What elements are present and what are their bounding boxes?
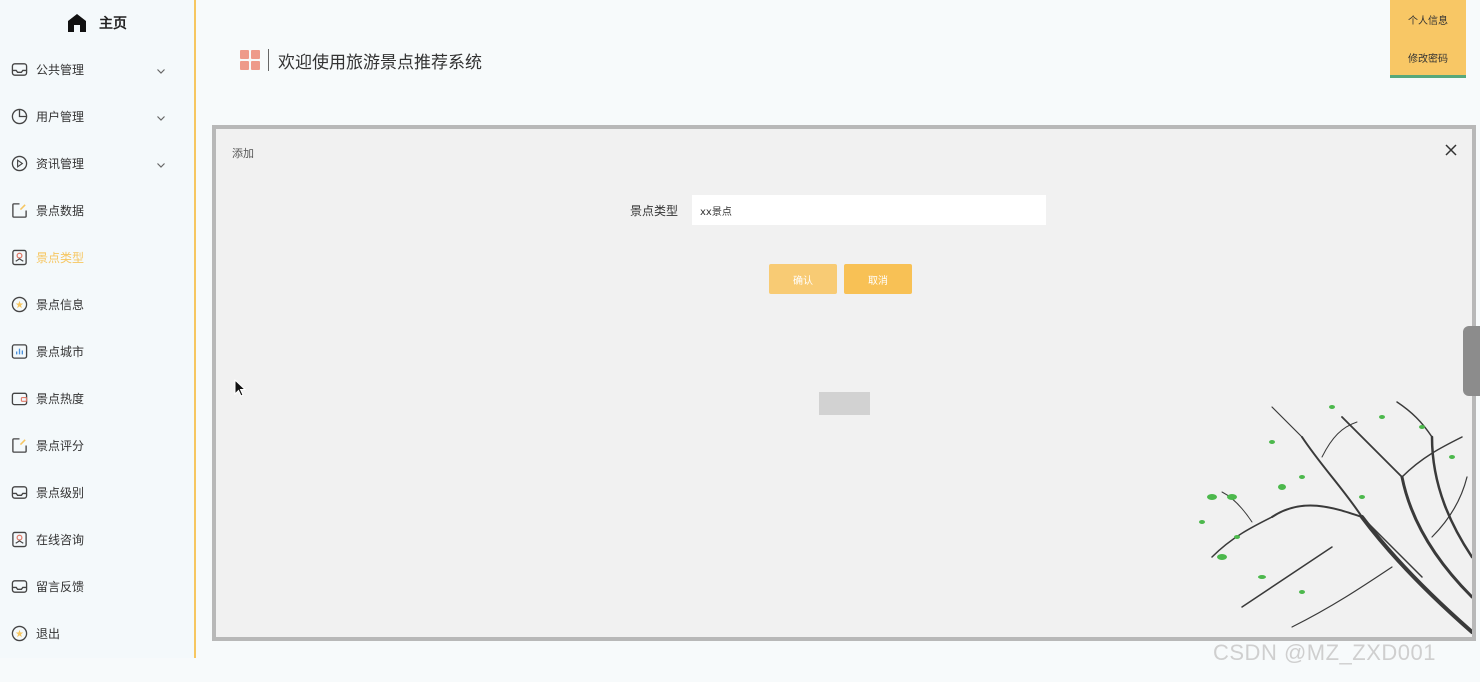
sidebar-item-label: 景点类型	[36, 251, 85, 265]
sidebar-item-label: 退出	[36, 627, 61, 641]
sidebar-item-label: 景点级别	[36, 486, 85, 500]
sidebar-item-label: 景点信息	[36, 298, 85, 312]
sidebar-menu: 公共管理用户管理资讯管理景点数据景点类型景点信息景点城市景点热度景点评分景点级别…	[0, 46, 194, 657]
tree-decoration	[1199, 401, 1472, 634]
sidebar-item-label: 用户管理	[36, 110, 85, 124]
side-scroll-handle[interactable]	[1463, 326, 1480, 396]
home-icon	[68, 14, 86, 32]
badge-icon	[10, 249, 28, 267]
sidebar-item-label: 景点城市	[36, 345, 85, 359]
chevron-down-icon	[156, 159, 166, 169]
mouse-cursor-icon	[234, 379, 246, 397]
sidebar-item[interactable]: 公共管理	[0, 46, 194, 93]
home-label: 主页	[99, 16, 127, 32]
sidebar-item[interactable]: 景点评分	[0, 422, 194, 469]
grid-icon	[240, 50, 260, 70]
badge-icon	[10, 531, 28, 549]
home-link[interactable]: 主页	[0, 0, 194, 46]
inbox-icon	[10, 61, 28, 79]
inbox-icon	[10, 578, 28, 596]
wallet-icon	[10, 390, 28, 408]
edit-icon	[10, 202, 28, 220]
sidebar-item[interactable]: 留言反馈	[0, 563, 194, 610]
user-menu: 个人信息 修改密码	[1390, 0, 1466, 78]
change-password-link[interactable]: 修改密码	[1390, 38, 1466, 76]
chevron-down-icon	[156, 65, 166, 75]
header-divider	[268, 49, 269, 71]
sidebar-item-label: 留言反馈	[36, 580, 85, 594]
sidebar-item[interactable]: 退出	[0, 610, 194, 657]
profile-link[interactable]: 个人信息	[1390, 0, 1466, 38]
close-icon[interactable]	[1444, 143, 1458, 157]
sidebar: 主页 公共管理用户管理资讯管理景点数据景点类型景点信息景点城市景点热度景点评分景…	[0, 0, 196, 658]
page-header: 欢迎使用旅游景点推荐系统	[240, 46, 482, 74]
sidebar-item[interactable]: 资讯管理	[0, 140, 194, 187]
chevron-down-icon	[156, 112, 166, 122]
inbox-icon	[10, 484, 28, 502]
sidebar-item[interactable]: 景点信息	[0, 281, 194, 328]
sidebar-item[interactable]: 在线咨询	[0, 516, 194, 563]
type-field-label: 景点类型	[630, 204, 679, 218]
bar-chart-icon	[10, 343, 28, 361]
edit-icon	[10, 437, 28, 455]
page-title: 欢迎使用旅游景点推荐系统	[278, 52, 482, 73]
watermark: CSDN @MZ_ZXD001	[1213, 640, 1436, 665]
cancel-button[interactable]: 取消	[844, 264, 912, 294]
pie-chart-icon	[10, 108, 28, 126]
play-circle-icon	[10, 155, 28, 173]
type-field-input[interactable]	[692, 195, 1046, 225]
dialog-title: 添加	[232, 147, 254, 160]
sidebar-item[interactable]: 用户管理	[0, 93, 194, 140]
sidebar-item[interactable]: 景点类型	[0, 234, 194, 281]
sidebar-item-label: 景点数据	[36, 204, 85, 218]
sidebar-item[interactable]: 景点热度	[0, 375, 194, 422]
sidebar-item[interactable]: 景点城市	[0, 328, 194, 375]
sidebar-item-label: 景点热度	[36, 392, 85, 406]
sidebar-item[interactable]: 景点级别	[0, 469, 194, 516]
faded-button	[819, 392, 870, 415]
sidebar-item[interactable]: 景点数据	[0, 187, 194, 234]
sidebar-item-label: 景点评分	[36, 439, 85, 453]
star-circle-icon	[10, 296, 28, 314]
add-dialog: 添加 景点类型 确认 取消	[212, 125, 1476, 641]
sidebar-item-label: 资讯管理	[36, 157, 85, 171]
confirm-button[interactable]: 确认	[769, 264, 837, 294]
star-circle-icon	[10, 625, 28, 643]
sidebar-item-label: 在线咨询	[36, 533, 85, 547]
sidebar-item-label: 公共管理	[36, 63, 85, 77]
